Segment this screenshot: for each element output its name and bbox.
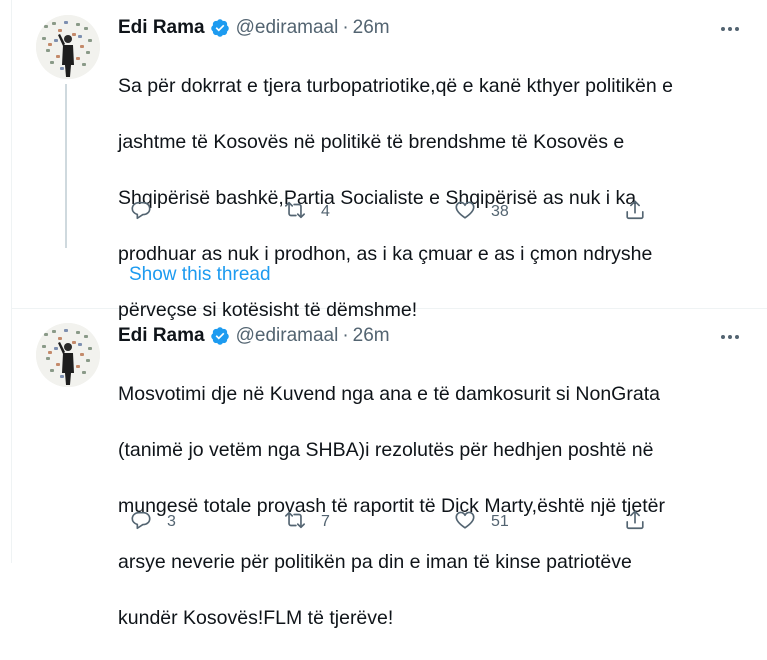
retweet-icon — [284, 199, 306, 226]
retweet-icon — [284, 509, 306, 536]
retweet-button[interactable]: 7 — [284, 510, 330, 534]
like-button[interactable]: 38 — [454, 200, 509, 224]
share-icon — [624, 509, 646, 536]
more-dot — [735, 335, 739, 339]
tweet-text: Mosvotimi dje në Kuvend nga ana e të dam… — [118, 352, 758, 660]
reply-icon — [130, 509, 152, 536]
retweet-count: 7 — [321, 513, 330, 530]
share-button[interactable] — [624, 509, 646, 536]
tweet-text-line: Mosvotimi dje në Kuvend nga ana e të dam… — [118, 383, 660, 405]
avatar[interactable] — [36, 323, 100, 387]
show-thread-link[interactable]: Show this thread — [129, 264, 271, 286]
separator-dot: · — [342, 17, 349, 38]
more-dot — [728, 335, 732, 339]
tweet-text-line: arsye neverie për politikën pa din e ima… — [118, 551, 632, 573]
more-options-button[interactable] — [715, 18, 745, 40]
like-count: 38 — [491, 203, 509, 220]
reply-button[interactable] — [130, 200, 167, 224]
tweet-actions: 3 7 51 — [118, 509, 678, 536]
more-options-button[interactable] — [715, 326, 745, 348]
author-name[interactable]: Edi Rama — [118, 325, 205, 347]
timestamp[interactable]: 26m — [353, 325, 390, 347]
like-count: 51 — [491, 513, 509, 530]
more-dot — [721, 335, 725, 339]
tweet[interactable]: Edi Rama @ediramaal · 26m Sa për dokrrat… — [12, 0, 767, 321]
tweet-text-line: Sa për dokrrat e tjera turbopatriotike,q… — [118, 75, 673, 97]
reply-button[interactable]: 3 — [130, 510, 176, 534]
share-icon — [624, 199, 646, 226]
tweet-text-line: (tanimë jo vetëm nga SHBA)i rezolutës pë… — [118, 439, 654, 461]
timeline: Edi Rama @ediramaal · 26m Sa për dokrrat… — [11, 0, 767, 629]
timestamp[interactable]: 26m — [353, 17, 390, 39]
tweet-text: Sa për dokrrat e tjera turbopatriotike,q… — [118, 44, 758, 352]
author-name[interactable]: Edi Rama — [118, 17, 205, 39]
heart-icon — [454, 199, 476, 226]
retweet-button[interactable]: 4 — [284, 200, 330, 224]
tweet-header: Edi Rama @ediramaal · 26m — [118, 16, 390, 40]
heart-icon — [454, 509, 476, 536]
like-button[interactable]: 51 — [454, 510, 509, 534]
tweet-text-line: kundër Kosovës!FLM të tjerëve! — [118, 607, 394, 629]
more-dot — [728, 27, 732, 31]
avatar[interactable] — [36, 15, 100, 79]
thread-connector — [65, 84, 67, 248]
more-dot — [735, 27, 739, 31]
tweet-actions: 4 38 — [118, 199, 678, 226]
author-handle[interactable]: @ediramaal — [236, 17, 339, 39]
verified-badge-icon — [210, 326, 230, 346]
tweet-text-line: jashtme të Kosovës në politikë të brends… — [118, 131, 625, 153]
share-button[interactable] — [624, 199, 646, 226]
verified-badge-icon — [210, 18, 230, 38]
separator-dot: · — [342, 325, 349, 346]
retweet-count: 4 — [321, 203, 330, 220]
author-handle[interactable]: @ediramaal — [236, 325, 339, 347]
tweet-header: Edi Rama @ediramaal · 26m — [118, 324, 390, 348]
reply-count: 3 — [167, 513, 176, 530]
reply-icon — [130, 199, 152, 226]
more-dot — [721, 27, 725, 31]
